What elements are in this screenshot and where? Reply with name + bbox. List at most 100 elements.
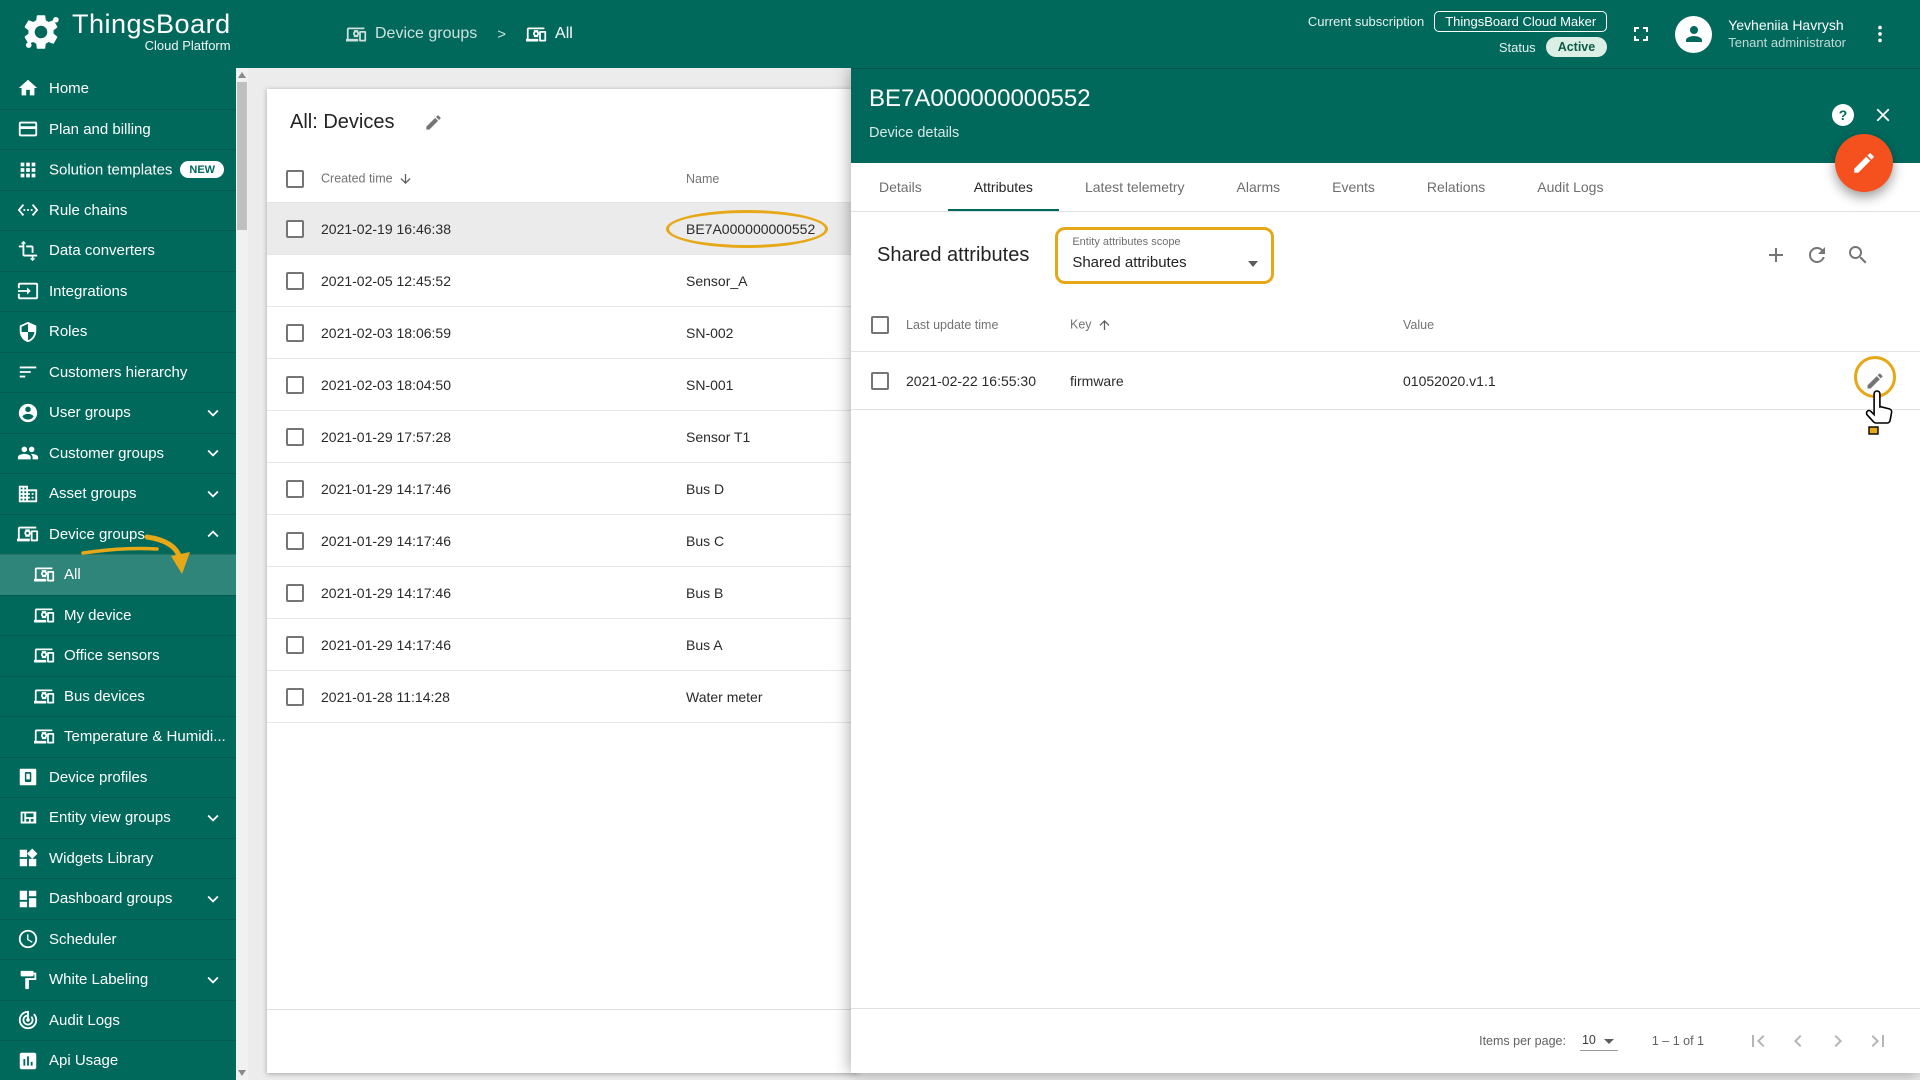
row-device-name: SN-001 (686, 377, 733, 393)
device-row[interactable]: 2021-01-29 14:17:46 Bus D (267, 463, 859, 515)
scrollbar-thumb[interactable] (237, 82, 247, 230)
sidebar-item-dashboard-groups[interactable]: Dashboard groups (0, 878, 236, 919)
value-column-header[interactable]: Value (1403, 318, 1434, 332)
dashboard-icon (17, 888, 39, 910)
scrollbar-down-arrow[interactable] (238, 1070, 246, 1076)
device-row[interactable]: 2021-01-29 14:17:46 Bus A (267, 619, 859, 671)
add-attribute-button[interactable] (1764, 243, 1788, 267)
sidebar-item-device-groups-all[interactable]: All (0, 554, 236, 595)
row-checkbox[interactable] (286, 324, 304, 342)
sidebar-scrollbar[interactable] (236, 68, 248, 1080)
sidebar-item-integrations[interactable]: Integrations (0, 271, 236, 312)
tab-attributes[interactable]: Attributes (948, 163, 1059, 211)
sidebar-item-label: Roles (49, 323, 87, 340)
edit-group-name-icon[interactable] (424, 113, 443, 132)
sidebar-item-scheduler[interactable]: Scheduler (0, 919, 236, 960)
row-checkbox[interactable] (286, 428, 304, 446)
tab-latest-telemetry[interactable]: Latest telemetry (1059, 163, 1211, 211)
fullscreen-button[interactable] (1623, 16, 1659, 52)
created-time-column-header[interactable]: Created time (321, 171, 413, 186)
items-per-page-select[interactable]: 10 (1580, 1031, 1618, 1051)
sidebar-item-device-profiles[interactable]: Device profiles (0, 757, 236, 798)
person-icon (1682, 22, 1706, 46)
sidebar-item-data-converters[interactable]: Data converters (0, 230, 236, 271)
subscription-info: Current subscription ThingsBoard Cloud M… (1308, 11, 1607, 57)
sidebar-item-solution-templates[interactable]: Solution templatesNEW (0, 149, 236, 190)
sidebar-item-label: Device profiles (49, 769, 147, 786)
help-button[interactable]: ? (1832, 104, 1854, 126)
attribute-row[interactable]: 2021-02-22 16:55:30 firmware 01052020.v1… (851, 351, 1920, 410)
device-row[interactable]: 2021-01-28 11:14:28 Water meter (267, 671, 859, 723)
avatar[interactable] (1675, 16, 1712, 53)
last-page-button[interactable] (1866, 1029, 1890, 1053)
sidebar-item-roles[interactable]: Roles (0, 311, 236, 352)
sidebar-item-api-usage[interactable]: Api Usage (0, 1040, 236, 1080)
sidebar-item-audit-logs[interactable]: Audit Logs (0, 1000, 236, 1041)
tab-relations[interactable]: Relations (1401, 163, 1511, 211)
device-row[interactable]: 2021-01-29 14:17:46 Bus C (267, 515, 859, 567)
row-checkbox[interactable] (286, 532, 304, 550)
row-checkbox[interactable] (286, 376, 304, 394)
widgets-icon (17, 847, 39, 869)
sidebar-item-asset-groups[interactable]: Asset groups (0, 473, 236, 514)
sidebar-item-user-groups[interactable]: User groups (0, 392, 236, 433)
select-all-checkbox[interactable] (871, 316, 889, 334)
tab-events[interactable]: Events (1306, 163, 1401, 211)
last-update-time-column-header[interactable]: Last update time (906, 318, 998, 332)
row-checkbox[interactable] (286, 480, 304, 498)
breadcrumb-device-groups[interactable]: Device groups (346, 24, 477, 45)
sidebar-item-home[interactable]: Home (0, 68, 236, 109)
sidebar-item-rule-chains[interactable]: Rule chains (0, 190, 236, 231)
sidebar-item-customers-hierarchy[interactable]: Customers hierarchy (0, 352, 236, 393)
more-menu-button[interactable] (1862, 16, 1898, 52)
subscription-value-pill[interactable]: ThingsBoard Cloud Maker (1434, 11, 1607, 32)
breadcrumb-all[interactable]: All (526, 24, 573, 45)
name-column-header[interactable]: Name (686, 172, 719, 186)
close-icon[interactable] (1872, 104, 1894, 126)
device-row[interactable]: 2021-01-29 14:17:46 Bus B (267, 567, 859, 619)
sidebar-item-my-device[interactable]: My device (0, 595, 236, 636)
tab-details[interactable]: Details (853, 163, 948, 211)
row-checkbox[interactable] (286, 584, 304, 602)
device-row[interactable]: 2021-01-29 17:57:28 Sensor T1 (267, 411, 859, 463)
select-all-checkbox[interactable] (286, 170, 304, 188)
device-row[interactable]: 2021-02-19 16:46:38 BE7A000000000552 (267, 203, 859, 255)
row-created-time: 2021-01-28 11:14:28 (321, 689, 450, 705)
device-row[interactable]: 2021-02-05 12:45:52 Sensor_A (267, 255, 859, 307)
row-checkbox[interactable] (286, 272, 304, 290)
tab-audit-logs[interactable]: Audit Logs (1511, 163, 1629, 211)
next-page-button[interactable] (1826, 1029, 1850, 1053)
tab-alarms[interactable]: Alarms (1211, 163, 1307, 211)
sidebar-item-label: Widgets Library (49, 850, 153, 867)
key-column-header[interactable]: Key (1070, 317, 1112, 332)
row-checkbox[interactable] (871, 372, 889, 390)
entity-attributes-scope-select[interactable]: Entity attributes scope Shared attribute… (1055, 227, 1274, 284)
sidebar-item-bus-devices[interactable]: Bus devices (0, 676, 236, 717)
sidebar-item-device-groups[interactable]: Device groups (0, 514, 236, 555)
thingsboard-logo[interactable]: ThingsBoard Cloud Platform (20, 10, 231, 53)
device-row[interactable]: 2021-02-03 18:04:50 SN-001 (267, 359, 859, 411)
row-checkbox[interactable] (286, 636, 304, 654)
scrollbar-up-arrow[interactable] (238, 72, 246, 78)
row-checkbox[interactable] (286, 220, 304, 238)
device-row[interactable]: 2021-02-03 18:06:59 SN-002 (267, 307, 859, 359)
refresh-button[interactable] (1805, 243, 1829, 267)
sidebar-item-temperature-humidity[interactable]: Temperature & Humidi... (0, 716, 236, 757)
edit-attribute-icon[interactable] (1865, 371, 1885, 391)
sidebar-item-office-sensors[interactable]: Office sensors (0, 635, 236, 676)
rule-chains-icon (17, 199, 39, 221)
row-checkbox[interactable] (286, 688, 304, 706)
kebab-menu-icon (1869, 23, 1891, 45)
edit-device-fab[interactable] (1835, 134, 1893, 192)
previous-page-button[interactable] (1786, 1029, 1810, 1053)
search-button[interactable] (1846, 243, 1870, 267)
first-page-button[interactable] (1746, 1029, 1770, 1053)
sidebar-item-customer-groups[interactable]: Customer groups (0, 433, 236, 474)
sidebar-item-white-labeling[interactable]: White Labeling (0, 959, 236, 1000)
sidebar-item-plan-and-billing[interactable]: Plan and billing (0, 109, 236, 150)
sidebar-item-entity-view-groups[interactable]: Entity view groups (0, 797, 236, 838)
sidebar-item-widgets-library[interactable]: Widgets Library (0, 838, 236, 879)
chevron-down-icon (202, 807, 224, 829)
sidebar-item-label: Bus devices (64, 688, 145, 705)
sidebar-item-label: Customer groups (49, 445, 164, 462)
